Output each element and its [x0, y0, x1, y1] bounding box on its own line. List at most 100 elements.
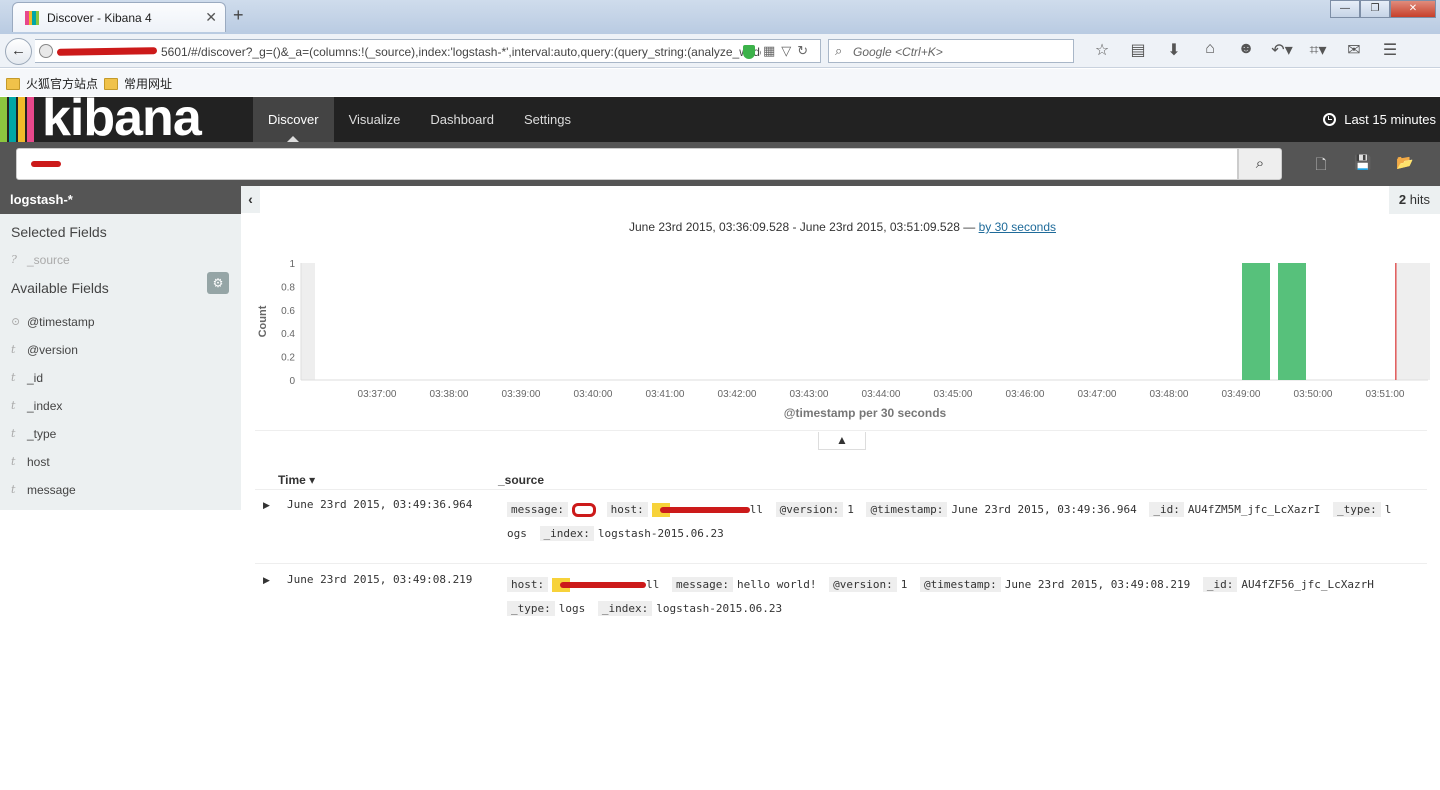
field-value: 1 [847, 503, 854, 516]
new-tab-button[interactable]: + [233, 5, 244, 26]
x-tick-label: 03:46:00 [1006, 389, 1045, 400]
tab-close-icon[interactable]: ✕ [205, 9, 217, 26]
field-value: 1 [900, 578, 908, 591]
field-item[interactable]: t _index [0, 392, 241, 420]
y-tick-label: 0.6 [281, 306, 295, 317]
save-search-icon[interactable]: 💾 [1342, 154, 1384, 178]
collapse-sidebar-button[interactable]: ‹ [241, 186, 260, 213]
field-value: hello world! [736, 578, 817, 591]
y-tick-label: 1 [289, 259, 295, 270]
field-value: logs [558, 602, 586, 615]
query-redaction [31, 161, 61, 167]
search-icon: ⌕ [835, 43, 843, 58]
field-key: _type: [507, 601, 555, 616]
field-name: host [27, 455, 50, 469]
table-row[interactable]: ▶ June 23rd 2015, 03:49:08.219 host: ll m… [255, 573, 1427, 633]
y-tick-label: 0.8 [281, 282, 295, 293]
field-value: AU4fZF56_jfc_LcXazrH [1241, 578, 1374, 591]
chat-icon[interactable]: ☻ [1228, 40, 1264, 60]
browser-tab[interactable]: Discover - Kibana 4 ✕ [12, 2, 226, 32]
search-box[interactable]: ⌕ Google <Ctrl+K> [828, 39, 1074, 63]
hits-label: hits [1409, 192, 1430, 207]
field-item[interactable]: t _type [0, 420, 241, 448]
url-text[interactable]: 5601/#/discover?_g=()&_a=(columns:!(_sou… [161, 45, 761, 59]
bookmark-label: 火狐官方站点 [26, 77, 99, 91]
field-item[interactable]: t host [0, 448, 241, 476]
hits-counter: 2 hits [1388, 186, 1440, 214]
window-controls: — ❐ ✕ [1330, 0, 1436, 18]
hits-count: 2 [1398, 192, 1407, 207]
field-name: _type [27, 427, 57, 441]
query-input[interactable] [16, 148, 1238, 180]
field-value: June 23rd 2015, 03:49:36.964 [951, 503, 1137, 516]
address-bar[interactable]: 5601/#/discover?_g=()&_a=(columns:!(_sou… [35, 39, 821, 63]
field-item[interactable]: ? _source [0, 246, 241, 274]
main-nav: Discover Visualize Dashboard Settings [253, 97, 586, 142]
string-type-icon: t [11, 483, 16, 496]
close-window-button[interactable]: ✕ [1390, 0, 1436, 18]
bookmark-label: 常用网址 [124, 77, 173, 91]
logo-text: kibana [42, 97, 202, 142]
x-tick-label: 03:47:00 [1078, 389, 1117, 400]
time-column-header[interactable]: Time ▾ [278, 473, 315, 487]
kibana-favicon-icon [25, 11, 39, 25]
back-button[interactable]: ← [5, 38, 32, 65]
field-key: _index: [539, 526, 594, 541]
menu-icon[interactable]: ☰ [1372, 40, 1408, 60]
available-fields-heading: Available Fields ⚙ [0, 272, 241, 308]
query-tools: 🗋 💾 📂 [1300, 154, 1426, 178]
home-icon[interactable]: ⌂ [1192, 40, 1228, 60]
nav-settings[interactable]: Settings [509, 97, 586, 142]
browser-toolbar: ☆ ▤ ⬇ ⌂ ☻ ↶▾ ⌗▾ ✉ ☰ [1084, 40, 1408, 60]
bookmark-item[interactable]: 常用网址 [104, 75, 172, 92]
new-search-icon[interactable]: 🗋 [1300, 154, 1342, 178]
url-action-icons[interactable]: ▦▽↻ [763, 43, 814, 59]
undo-icon[interactable]: ↶▾ [1264, 40, 1300, 60]
nav-discover[interactable]: Discover [253, 97, 334, 142]
search-button[interactable]: ⌕ [1238, 148, 1282, 180]
index-pattern-label[interactable]: logstash-* [0, 186, 241, 214]
expand-row-icon[interactable]: ▶ [263, 575, 270, 586]
field-key: @timestamp: [919, 577, 1001, 592]
time-picker[interactable]: Last 15 minutes [1323, 112, 1436, 127]
y-tick-label: 0 [289, 376, 295, 387]
interval-link[interactable]: by 30 seconds [979, 220, 1056, 234]
field-value: June 23rd 2015, 03:49:08.219 [1004, 578, 1191, 591]
maximize-button[interactable]: ❐ [1360, 0, 1390, 18]
open-search-icon[interactable]: 📂 [1384, 154, 1426, 178]
chart-toggle-button[interactable]: ▲ [818, 432, 866, 450]
download-icon[interactable]: ⬇ [1156, 40, 1192, 60]
nav-dashboard[interactable]: Dashboard [415, 97, 509, 142]
field-item[interactable]: ⊙ @timestamp [0, 308, 241, 336]
bookmark-item[interactable]: 火狐官方站点 [6, 75, 98, 92]
table-row[interactable]: ▶ June 23rd 2015, 03:49:36.964 message: … [255, 498, 1427, 558]
comment-icon[interactable]: ✉ [1336, 40, 1372, 60]
doc-source: host: ll message: hello world! @version: 1 … [507, 573, 1417, 621]
field-item[interactable]: t message [0, 476, 241, 504]
crop-icon[interactable]: ⌗▾ [1300, 40, 1336, 60]
gear-icon[interactable]: ⚙ [207, 272, 229, 294]
field-item[interactable]: t _id [0, 364, 241, 392]
field-key: _index: [597, 601, 653, 616]
histogram-chart: 0 0.2 0.4 0.6 0.8 1 Count 03:37:00 03:38:00 03:39… [257, 259, 1430, 420]
kibana-logo[interactable]: kibana [0, 97, 240, 142]
reading-list-icon[interactable]: ▤ [1120, 40, 1156, 60]
x-tick-label: 03:41:00 [646, 389, 685, 400]
nav-visualize[interactable]: Visualize [334, 97, 416, 142]
redaction-mark [659, 507, 750, 513]
field-key: _id: [1149, 502, 1184, 517]
minimize-button[interactable]: — [1330, 0, 1360, 18]
histogram-bar [1278, 263, 1306, 380]
field-item[interactable]: t @version [0, 336, 241, 364]
row-divider [255, 563, 1427, 564]
field-name: message [27, 483, 76, 497]
field-key: message: [672, 577, 733, 592]
shield-icon[interactable] [743, 45, 755, 59]
expand-row-icon[interactable]: ▶ [263, 500, 270, 511]
clock-icon: ⊙ [11, 315, 21, 328]
field-key: host: [606, 502, 648, 517]
doc-source-line: ogs _index: logstash-2015.06.23 [507, 522, 1417, 546]
bookmark-star-icon[interactable]: ☆ [1084, 40, 1120, 60]
field-key: @timestamp: [866, 502, 948, 517]
x-tick-label: 03:42:00 [718, 389, 757, 400]
